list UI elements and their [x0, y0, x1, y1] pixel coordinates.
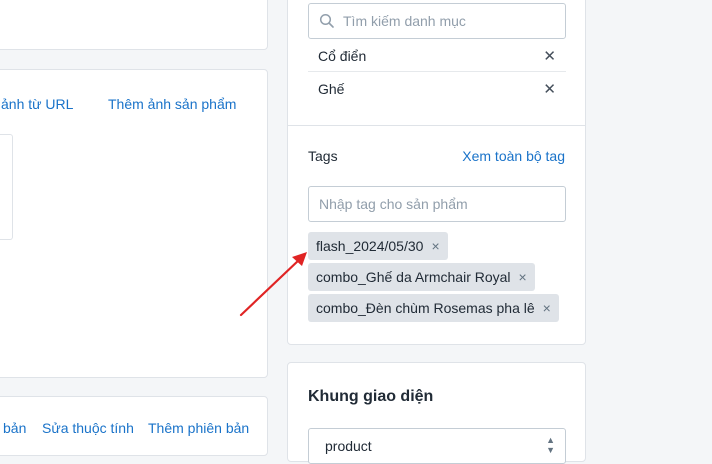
edit-attributes-link[interactable]: Sửa thuộc tính: [42, 420, 134, 436]
variant-partial-link[interactable]: bản: [3, 420, 26, 436]
tag-chip-label: combo_Ghế da Armchair Royal: [316, 269, 511, 285]
close-icon[interactable]: ✕: [543, 47, 556, 65]
tag-chip: combo_Ghế da Armchair Royal ×: [308, 263, 535, 291]
add-product-image-link[interactable]: Thêm ảnh sản phẩm: [108, 96, 236, 112]
tag-chip: flash_2024/05/30 ×: [308, 232, 448, 260]
remove-tag-icon[interactable]: ×: [519, 269, 527, 285]
category-search-input[interactable]: Tìm kiếm danh mục: [308, 3, 566, 39]
image-dropzone[interactable]: [0, 134, 13, 240]
left-card-top: [0, 0, 268, 50]
theme-frame-card: Khung giao diện product ▲ ▼: [287, 362, 586, 464]
tags-heading: Tags: [308, 148, 338, 164]
organization-card: Tìm kiếm danh mục Cổ điển ✕ Ghế ✕ Tags X…: [287, 0, 586, 345]
search-icon: [319, 13, 334, 28]
tag-input-placeholder: Nhập tag cho sản phẩm: [319, 196, 468, 212]
media-card: ảnh từ URL Thêm ảnh sản phẩm: [0, 69, 268, 378]
theme-frame-title: Khung giao diện: [308, 388, 434, 405]
remove-tag-icon[interactable]: ×: [431, 238, 439, 254]
variants-card: bản Sửa thuộc tính Thêm phiên bản: [0, 396, 268, 456]
theme-frame-selected-value: product: [325, 438, 372, 454]
section-divider: [288, 125, 585, 126]
tag-chip: combo_Đèn chùm Rosemas pha lê ×: [308, 294, 559, 322]
category-item-label: Ghế: [318, 81, 345, 97]
category-item: Cổ điển ✕: [308, 40, 566, 72]
tag-chip-label: combo_Đèn chùm Rosemas pha lê: [316, 300, 535, 316]
chevron-updown-icon: ▲ ▼: [546, 435, 555, 455]
category-item: Ghế ✕: [308, 73, 566, 105]
category-item-label: Cổ điển: [318, 47, 367, 64]
theme-frame-select[interactable]: product ▲ ▼: [308, 428, 566, 464]
tag-chip-label: flash_2024/05/30: [316, 238, 424, 254]
add-image-from-url-link[interactable]: ảnh từ URL: [1, 96, 73, 112]
close-icon[interactable]: ✕: [543, 80, 556, 98]
remove-tag-icon[interactable]: ×: [543, 300, 551, 316]
add-variant-link[interactable]: Thêm phiên bản: [148, 420, 249, 436]
category-search-placeholder: Tìm kiếm danh mục: [343, 13, 466, 29]
view-all-tags-link[interactable]: Xem toàn bộ tag: [462, 148, 565, 164]
tag-input[interactable]: Nhập tag cho sản phẩm: [308, 186, 566, 222]
